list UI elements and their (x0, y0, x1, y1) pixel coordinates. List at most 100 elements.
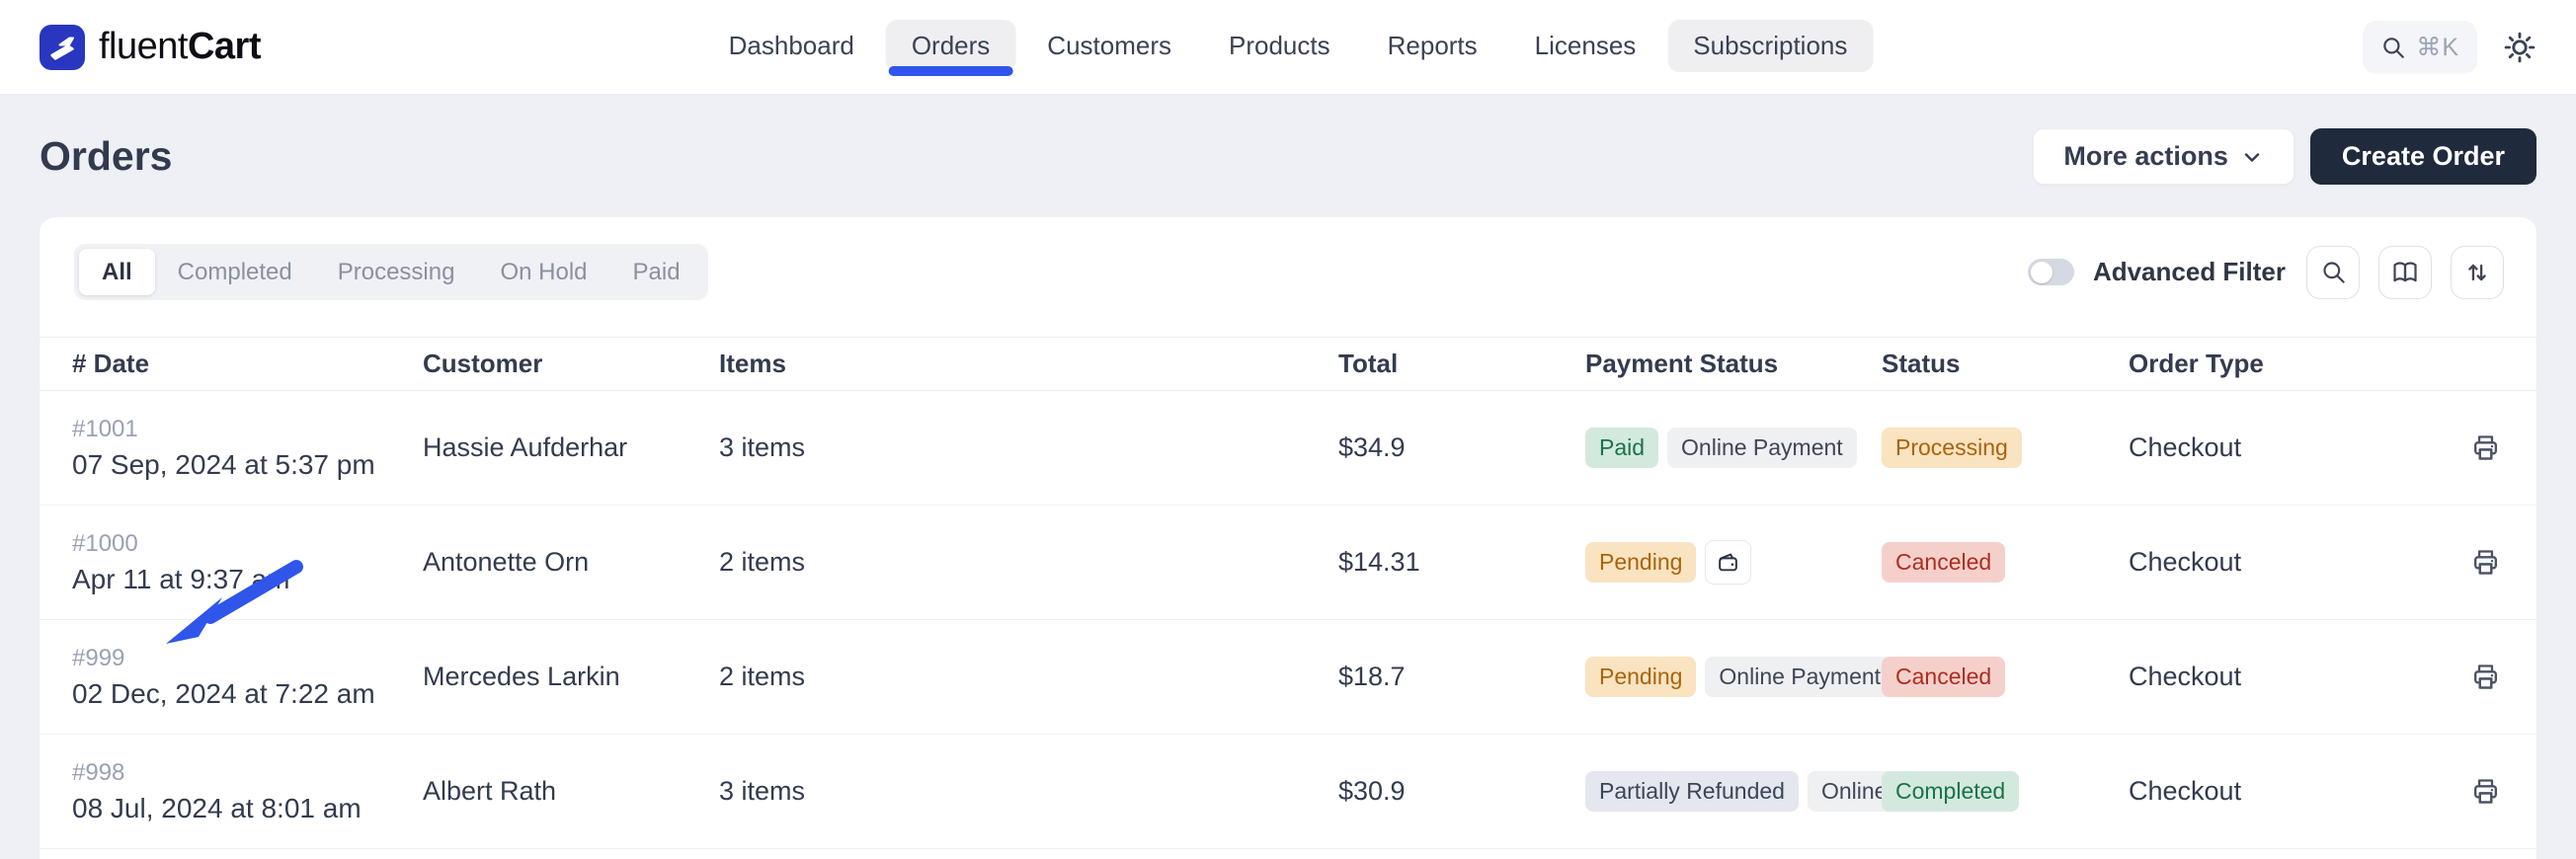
badge-canceled: Canceled (1882, 657, 2006, 697)
badge-completed: Completed (1882, 771, 2020, 812)
column-header-customer: Customer (423, 349, 543, 378)
more-actions-button[interactable]: More actions (2033, 128, 2294, 185)
order-date: 02 Dec, 2024 at 7:22 am (72, 677, 375, 709)
advanced-filter-toggle[interactable] (2027, 259, 2074, 285)
customer-name: Antonette Orn (423, 547, 590, 577)
order-date-cell: #998 08 Jul, 2024 at 8:01 am (72, 759, 423, 824)
payment-status-cell: Paid Online Payment (1585, 428, 1882, 468)
main-nav: Dashboard Orders Customers Products Reports L… (703, 20, 1874, 76)
status-filter-tabs: All Completed Processing On Hold Paid (74, 244, 708, 300)
customer-name: Albert Rath (423, 776, 557, 806)
nav-item-reports[interactable]: Reports (1362, 20, 1503, 72)
sort-button[interactable] (2451, 245, 2504, 299)
nav-item-customers[interactable]: Customers (1021, 20, 1197, 72)
page-title: Orders (40, 133, 173, 179)
nav-item-orders[interactable]: Orders (885, 20, 1016, 76)
filter-tab-on-hold[interactable]: On Hold (477, 249, 609, 295)
search-icon (2320, 259, 2347, 285)
sort-arrows-icon (2463, 259, 2491, 286)
create-order-button[interactable]: Create Order (2309, 128, 2536, 185)
table-body: #1001 07 Sep, 2024 at 5:37 pm Hassie Aufde… (40, 391, 2536, 849)
customer-name: Hassie Aufderhar (423, 432, 628, 462)
advanced-filter-label: Advanced Filter (2092, 257, 2286, 286)
order-number[interactable]: #999 (72, 645, 423, 672)
order-number[interactable]: #1000 (72, 530, 423, 558)
book-icon (2391, 259, 2419, 286)
badge-online-payment: Online Payment (1705, 657, 1895, 697)
row-actions-cell (2464, 662, 2507, 692)
top-navbar: fluentCart Dashboard Orders Customers Produ… (0, 0, 2576, 94)
items-count: 3 items (719, 432, 806, 462)
column-header-status: Status (1882, 349, 1961, 378)
search-shortcut-label: ⌘K (2416, 33, 2459, 61)
table-row[interactable]: #1000 Apr 11 at 9:37 am Antonette Orn 2 ite… (40, 506, 2536, 620)
printer-icon[interactable] (2470, 547, 2501, 578)
payment-status-cell: Pending Online Payment (1585, 657, 1895, 697)
badge-processing: Processing (1882, 428, 2022, 468)
status-cell: Canceled (1882, 542, 2129, 583)
filter-tab-completed[interactable]: Completed (155, 249, 315, 295)
status-cell: Completed (1882, 771, 2129, 812)
order-type: Checkout (2129, 662, 2242, 691)
items-count: 3 items (719, 776, 806, 806)
table-row[interactable]: #998 08 Jul, 2024 at 8:01 am Albert Rath 3 … (40, 735, 2536, 849)
filter-tab-processing[interactable]: Processing (315, 249, 478, 295)
table-search-button[interactable] (2306, 245, 2360, 299)
nav-item-dashboard[interactable]: Dashboard (703, 20, 880, 72)
column-header-items: Items (719, 349, 786, 378)
row-actions-cell (2464, 432, 2507, 463)
column-header-total: Total (1338, 349, 1399, 378)
filter-tab-all[interactable]: All (79, 249, 155, 295)
order-total: $34.9 (1338, 432, 1406, 462)
order-type: Checkout (2129, 776, 2242, 806)
filter-tab-paid[interactable]: Paid (610, 249, 703, 295)
items-count: 2 items (719, 547, 806, 577)
order-total: $18.7 (1338, 662, 1406, 691)
items-count: 2 items (719, 662, 806, 691)
nav-item-licenses[interactable]: Licenses (1509, 20, 1662, 72)
printer-icon[interactable] (2470, 432, 2501, 463)
nav-item-subscriptions[interactable]: Subscriptions (1667, 20, 1874, 72)
order-date: Apr 11 at 9:37 am (72, 563, 290, 594)
order-number[interactable]: #998 (72, 759, 423, 787)
docs-button[interactable] (2378, 245, 2432, 299)
brand-name: fluentCart (99, 26, 262, 67)
payment-status-cell: Pending (1585, 540, 1882, 585)
logo-mark-icon (40, 24, 85, 70)
table-row[interactable]: #999 02 Dec, 2024 at 7:22 am Mercedes Lark… (40, 620, 2536, 735)
printer-icon[interactable] (2470, 776, 2501, 807)
column-header-order-type: Order Type (2129, 349, 2264, 378)
theme-toggle-sun-icon[interactable] (2503, 31, 2536, 64)
order-date-cell: #1000 Apr 11 at 9:37 am (72, 530, 423, 595)
table-row[interactable]: #1001 07 Sep, 2024 at 5:37 pm Hassie Aufde… (40, 391, 2536, 506)
chevron-down-icon (2240, 145, 2264, 169)
wallet-icon (1705, 540, 1752, 585)
search-icon (2380, 35, 2406, 60)
payment-status-cell: Partially Refunded Online (1585, 771, 1901, 812)
order-total: $30.9 (1338, 776, 1406, 806)
order-date: 08 Jul, 2024 at 8:01 am (72, 792, 362, 823)
brand-logo[interactable]: fluentCart (40, 24, 262, 70)
more-actions-label: More actions (2063, 141, 2228, 171)
badge-pending: Pending (1585, 542, 1697, 583)
status-cell: Processing (1882, 428, 2129, 468)
printer-icon[interactable] (2470, 662, 2501, 692)
badge-partially-refunded: Partially Refunded (1585, 771, 1799, 812)
row-actions-cell (2464, 547, 2507, 578)
order-date-cell: #999 02 Dec, 2024 at 7:22 am (72, 645, 423, 710)
badge-pending: Pending (1585, 657, 1697, 697)
customer-name: Mercedes Larkin (423, 662, 620, 691)
order-date: 07 Sep, 2024 at 5:37 pm (72, 448, 375, 480)
order-total: $14.31 (1338, 547, 1420, 577)
order-number[interactable]: #1001 (72, 416, 423, 443)
order-date-cell: #1001 07 Sep, 2024 at 5:37 pm (72, 416, 423, 481)
orders-card: All Completed Processing On Hold Paid Advanc… (40, 217, 2536, 859)
global-search-button[interactable]: ⌘K (2363, 20, 2477, 74)
row-actions-cell (2464, 776, 2507, 807)
nav-item-products[interactable]: Products (1203, 20, 1356, 72)
table-header: # Date Customer Items Total Payment Status St… (40, 337, 2536, 391)
order-type: Checkout (2129, 547, 2242, 577)
column-header-date: # Date (72, 349, 150, 378)
order-type: Checkout (2129, 432, 2242, 462)
badge-paid: Paid (1585, 428, 1659, 468)
